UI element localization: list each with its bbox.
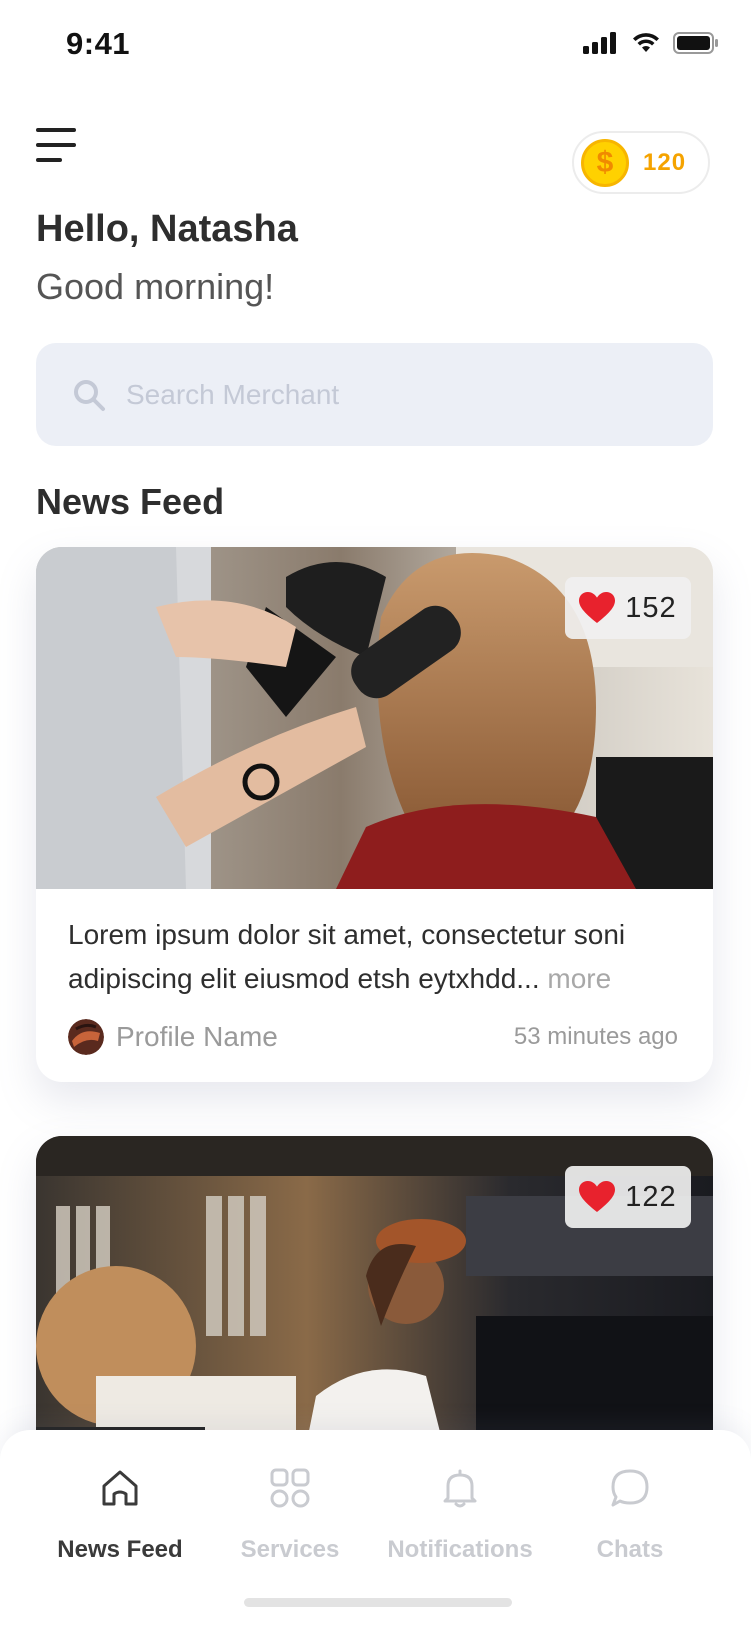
news-card[interactable]: 152 Lorem ipsum dolor sit amet, consecte… [36, 547, 713, 1082]
search-bar[interactable] [36, 343, 713, 446]
heart-icon [579, 1181, 616, 1212]
bell-icon [443, 1469, 477, 1508]
grid-icon [270, 1468, 310, 1508]
tab-label: Chats [596, 1536, 664, 1563]
bottom-navigation: News Feed Services Notifications Chats [0, 1430, 751, 1625]
greeting-subtitle: Good morning! [36, 266, 275, 307]
tab-services[interactable]: Services [205, 1466, 375, 1564]
menu-button[interactable] [36, 128, 78, 166]
coin-icon: $ [581, 138, 629, 187]
greeting-title: Hello, Natasha [36, 208, 298, 250]
tab-label: News Feed [57, 1536, 183, 1563]
coin-balance: 120 [643, 148, 687, 176]
like-count: 152 [625, 591, 677, 624]
tab-label: Services [240, 1536, 340, 1563]
like-button[interactable]: 152 [565, 577, 691, 639]
post-body: Lorem ipsum dolor sit amet, consectetur … [68, 919, 626, 994]
coin-balance-button[interactable]: $ 120 [572, 131, 710, 194]
tab-label: Notifications [387, 1536, 533, 1563]
like-button[interactable]: 122 [565, 1166, 691, 1228]
post-footer: Profile Name 53 minutes ago [68, 1017, 678, 1057]
post-timestamp: 53 minutes ago [513, 1023, 678, 1050]
status-bar: 9:41 [0, 0, 751, 94]
like-count: 122 [625, 1180, 677, 1213]
home-indicator[interactable] [244, 1598, 512, 1607]
chat-icon [611, 1469, 649, 1507]
home-icon [102, 1470, 138, 1506]
status-time: 9:41 [66, 26, 131, 61]
signal-icon [583, 32, 616, 54]
battery-icon [673, 32, 718, 54]
tab-notifications[interactable]: Notifications [375, 1466, 545, 1564]
search-input[interactable] [126, 378, 666, 411]
profile-name[interactable]: Profile Name [116, 1021, 278, 1053]
tab-chats[interactable]: Chats [545, 1466, 715, 1564]
post-image[interactable]: 152 [36, 547, 713, 889]
avatar[interactable] [68, 1019, 104, 1055]
heart-icon [579, 592, 616, 623]
post-text: Lorem ipsum dolor sit amet, consectetur … [68, 913, 688, 1001]
search-icon [74, 379, 105, 411]
status-icons [583, 32, 719, 54]
tab-news-feed[interactable]: News Feed [35, 1466, 205, 1564]
more-link[interactable]: more [547, 963, 611, 994]
wifi-icon [633, 33, 659, 52]
news-feed-title: News Feed [36, 481, 225, 522]
